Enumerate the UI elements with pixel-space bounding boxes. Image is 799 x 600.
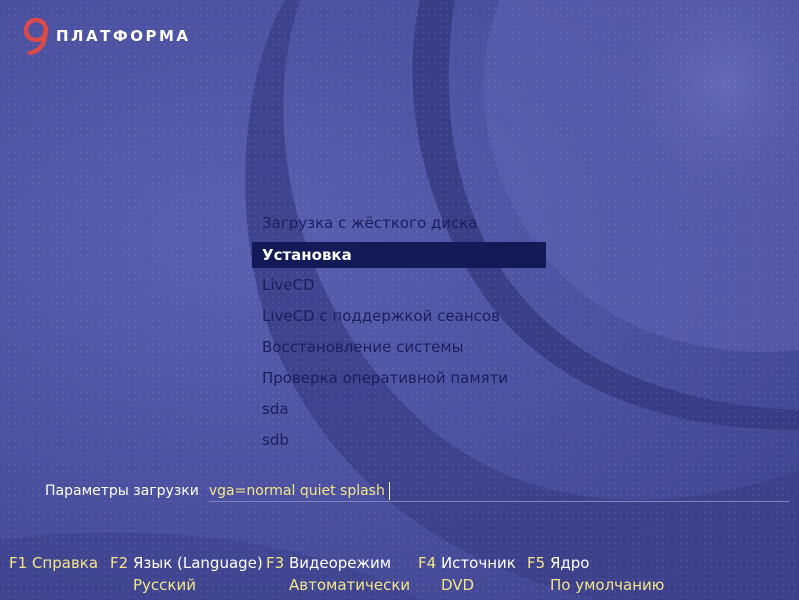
boot-screen: ПЛАТФОРМА Загрузка с жёсткого диска Уста… bbox=[0, 0, 799, 600]
fkey-f2-label: Язык (Language) bbox=[132, 554, 263, 572]
text-caret bbox=[388, 481, 390, 500]
boot-params-input[interactable]: vga=normal quiet splash bbox=[208, 480, 789, 502]
boot-params-value: vga=normal quiet splash bbox=[208, 482, 385, 499]
fkey-f3-value: Автоматически bbox=[289, 576, 411, 594]
fkey-f1-label: Справка bbox=[31, 554, 99, 572]
fkey-f2-language[interactable]: F2 Язык (Language) Русский bbox=[110, 554, 263, 594]
fkey-f5-key: F5 bbox=[527, 554, 546, 572]
fkey-f3-videomode[interactable]: F3 Видеорежим Автоматически bbox=[266, 554, 410, 594]
logo: ПЛАТФОРМА bbox=[24, 16, 191, 56]
menu-item-memtest[interactable]: Проверка оперативной памяти bbox=[252, 364, 546, 395]
fkey-f5-label: Ядро bbox=[549, 554, 590, 572]
fkey-f5-value: По умолчанию bbox=[550, 576, 665, 594]
boot-params-row: Параметры загрузки vga=normal quiet spla… bbox=[45, 480, 789, 502]
fkey-f3-label: Видеорежим bbox=[288, 554, 392, 572]
logo-text: ПЛАТФОРМА bbox=[56, 27, 191, 45]
menu-item-sdb[interactable]: sdb bbox=[252, 426, 546, 457]
menu-item-rescue[interactable]: Восстановление системы bbox=[252, 333, 546, 364]
platform-9-logo-icon bbox=[24, 17, 49, 55]
fkey-f4-source[interactable]: F4 Источник DVD bbox=[418, 554, 516, 594]
fkey-f2-key: F2 bbox=[110, 554, 129, 572]
boot-params-label: Параметры загрузки bbox=[45, 483, 199, 499]
menu-item-sda[interactable]: sda bbox=[252, 395, 546, 426]
menu-item-hdd-boot[interactable]: Загрузка с жёсткого диска bbox=[252, 209, 546, 240]
fkey-f3-key: F3 bbox=[266, 554, 285, 572]
fkey-f1-help[interactable]: F1 Справка bbox=[9, 554, 98, 572]
function-key-bar: F1 Справка F2 Язык (Language) Русский F3… bbox=[0, 554, 799, 600]
fkey-f4-key: F4 bbox=[418, 554, 437, 572]
menu-item-livecd[interactable]: LiveCD bbox=[252, 271, 546, 302]
fkey-f2-value: Русский bbox=[133, 576, 196, 594]
boot-menu[interactable]: Загрузка с жёсткого диска Установка Live… bbox=[252, 209, 546, 457]
fkey-f4-label: Источник bbox=[440, 554, 516, 572]
fkey-f4-value: DVD bbox=[441, 576, 475, 594]
fkey-f1-key: F1 bbox=[9, 554, 28, 572]
menu-item-install[interactable]: Установка bbox=[252, 242, 546, 268]
fkey-f5-kernel[interactable]: F5 Ядро По умолчанию bbox=[527, 554, 664, 594]
menu-item-livecd-sessions[interactable]: LiveCD с поддержкой сеансов bbox=[252, 302, 546, 333]
